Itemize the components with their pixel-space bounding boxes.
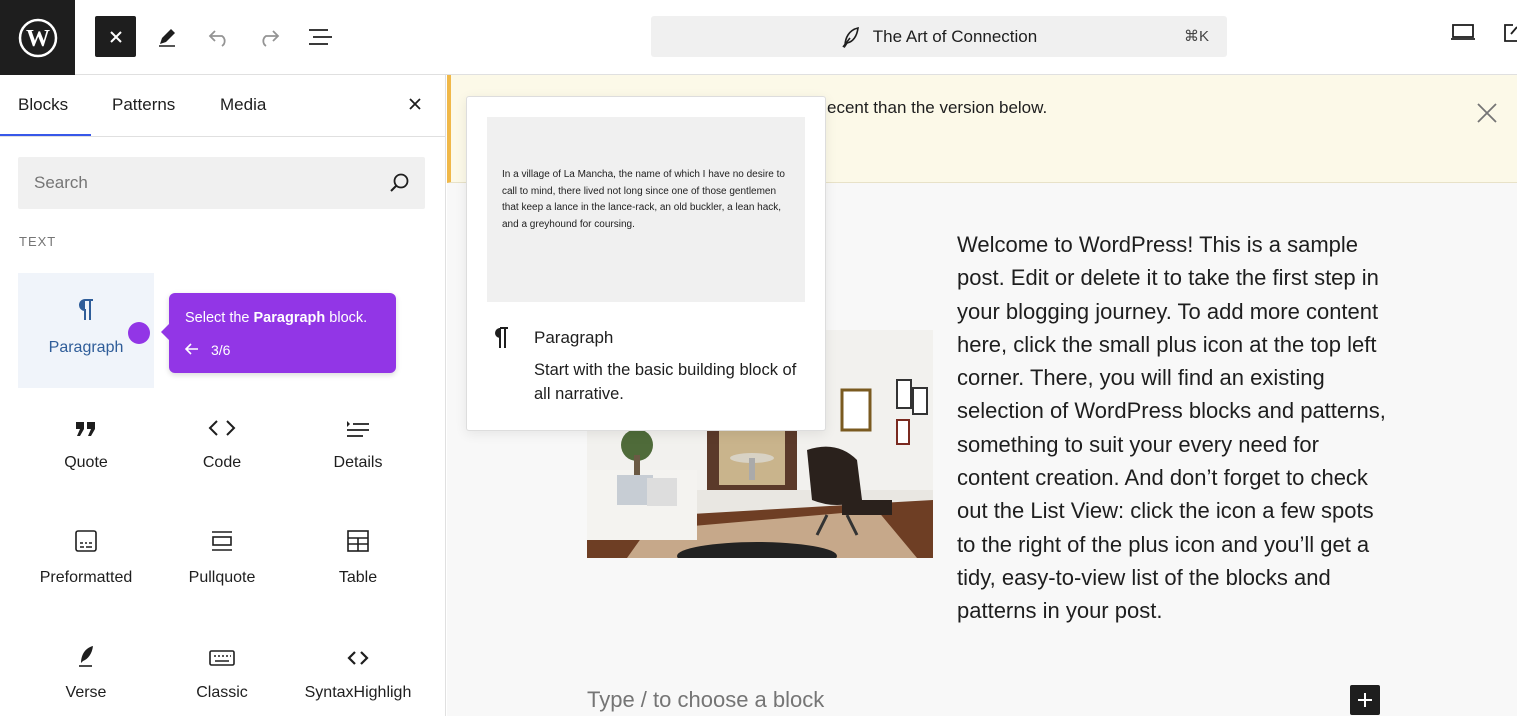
block-details[interactable]: Details <box>290 388 426 503</box>
editor-header: W The Art of Connection ⌘K <box>0 0 1517 75</box>
post-paragraph[interactable]: Welcome to WordPress! This is a sample p… <box>957 228 1387 628</box>
block-quote[interactable]: Quote <box>18 388 154 503</box>
block-label: Code <box>202 454 242 471</box>
block-preview-frame: In a village of La Mancha, the name of w… <box>487 117 805 302</box>
block-label: Pullquote <box>188 569 256 586</box>
tour-progress: 3/6 <box>184 342 231 358</box>
notice-text: ecent than the version below. <box>827 98 1048 117</box>
block-inserter-panel: Blocks Patterns Media TEXT Paragraph Quo… <box>0 75 446 716</box>
undo-button[interactable] <box>198 16 239 57</box>
block-label: Quote <box>64 454 108 471</box>
document-overview-button[interactable] <box>300 16 341 57</box>
svg-text:W: W <box>26 26 50 52</box>
block-search <box>18 157 425 209</box>
tour-beacon[interactable] <box>128 322 150 344</box>
block-verse[interactable]: Verse <box>18 618 154 716</box>
block-appender[interactable]: Type / to choose a block <box>587 687 824 713</box>
paragraph-icon <box>79 299 93 320</box>
undo-icon <box>208 29 226 47</box>
view-post-button[interactable] <box>1503 22 1517 49</box>
verse-icon <box>79 646 93 667</box>
pen-icon <box>158 28 175 47</box>
paragraph-icon <box>492 325 510 356</box>
tab-media[interactable]: Media <box>220 95 266 115</box>
desktop-view-icon <box>1451 24 1475 40</box>
tools-button[interactable] <box>146 16 187 57</box>
quote-icon <box>76 422 95 436</box>
command-palette-bar[interactable]: The Art of Connection ⌘K <box>651 16 1227 57</box>
block-table[interactable]: Table <box>290 503 426 618</box>
block-label: Classic <box>196 684 248 701</box>
block-code[interactable]: Code <box>154 388 290 503</box>
tour-tooltip: Select the Paragraph block. 3/6 <box>161 293 396 373</box>
block-label: Preformatted <box>39 569 133 586</box>
close-icon <box>109 30 122 43</box>
verse-pen-icon <box>842 26 859 48</box>
close-inserter-button[interactable] <box>95 16 136 57</box>
tour-instruction: Select the Paragraph block. <box>185 310 368 326</box>
tour-step-counter: 3/6 <box>211 342 231 358</box>
preview-description: Start with the basic building block of a… <box>534 361 797 403</box>
code-brackets-icon <box>347 651 369 665</box>
block-syntaxhighlighter[interactable]: SyntaxHighligh <box>290 618 426 716</box>
tab-patterns[interactable]: Patterns <box>112 95 175 115</box>
keyboard-icon <box>209 650 235 666</box>
redo-button[interactable] <box>248 16 289 57</box>
external-link-icon <box>1504 24 1517 42</box>
close-icon <box>409 98 421 110</box>
active-tab-indicator <box>0 134 91 136</box>
inserter-tabs: Blocks Patterns Media <box>0 75 445 137</box>
block-classic[interactable]: Classic <box>154 618 290 716</box>
redo-icon <box>261 29 279 47</box>
block-label: SyntaxHighligh <box>304 684 412 701</box>
preview-device-button[interactable] <box>1450 22 1476 47</box>
plus-icon <box>1358 693 1372 707</box>
block-label: Verse <box>65 684 107 701</box>
preformatted-icon <box>75 530 97 552</box>
category-title: TEXT <box>19 234 57 249</box>
search-icon[interactable] <box>389 172 411 199</box>
tab-blocks[interactable]: Blocks <box>18 95 68 115</box>
post-title: The Art of Connection <box>872 26 1038 46</box>
search-input[interactable] <box>18 157 358 209</box>
block-preformatted[interactable]: Preformatted <box>18 503 154 618</box>
code-icon <box>208 420 236 436</box>
close-icon <box>1477 103 1497 123</box>
tour-tooltip-arrow <box>161 323 170 341</box>
block-label: Table <box>338 569 378 586</box>
details-icon <box>347 421 369 437</box>
preview-sample-text: In a village of La Mancha, the name of w… <box>502 169 785 230</box>
block-label: Details <box>333 454 383 471</box>
block-label: Paragraph <box>48 339 124 356</box>
pullquote-icon <box>212 531 232 551</box>
wordpress-logo-icon[interactable]: W <box>0 0 75 75</box>
close-panel-button[interactable] <box>404 93 426 115</box>
command-shortcut: ⌘K <box>1183 28 1209 45</box>
table-icon <box>347 530 369 552</box>
back-arrow-icon[interactable] <box>184 342 199 358</box>
block-pullquote[interactable]: Pullquote <box>154 503 290 618</box>
list-view-icon <box>308 28 332 45</box>
dismiss-notice-button[interactable] <box>1475 101 1499 130</box>
block-preview-popover: In a village of La Mancha, the name of w… <box>466 96 826 431</box>
preview-title: Paragraph <box>534 328 614 347</box>
add-block-button[interactable] <box>1350 685 1380 715</box>
